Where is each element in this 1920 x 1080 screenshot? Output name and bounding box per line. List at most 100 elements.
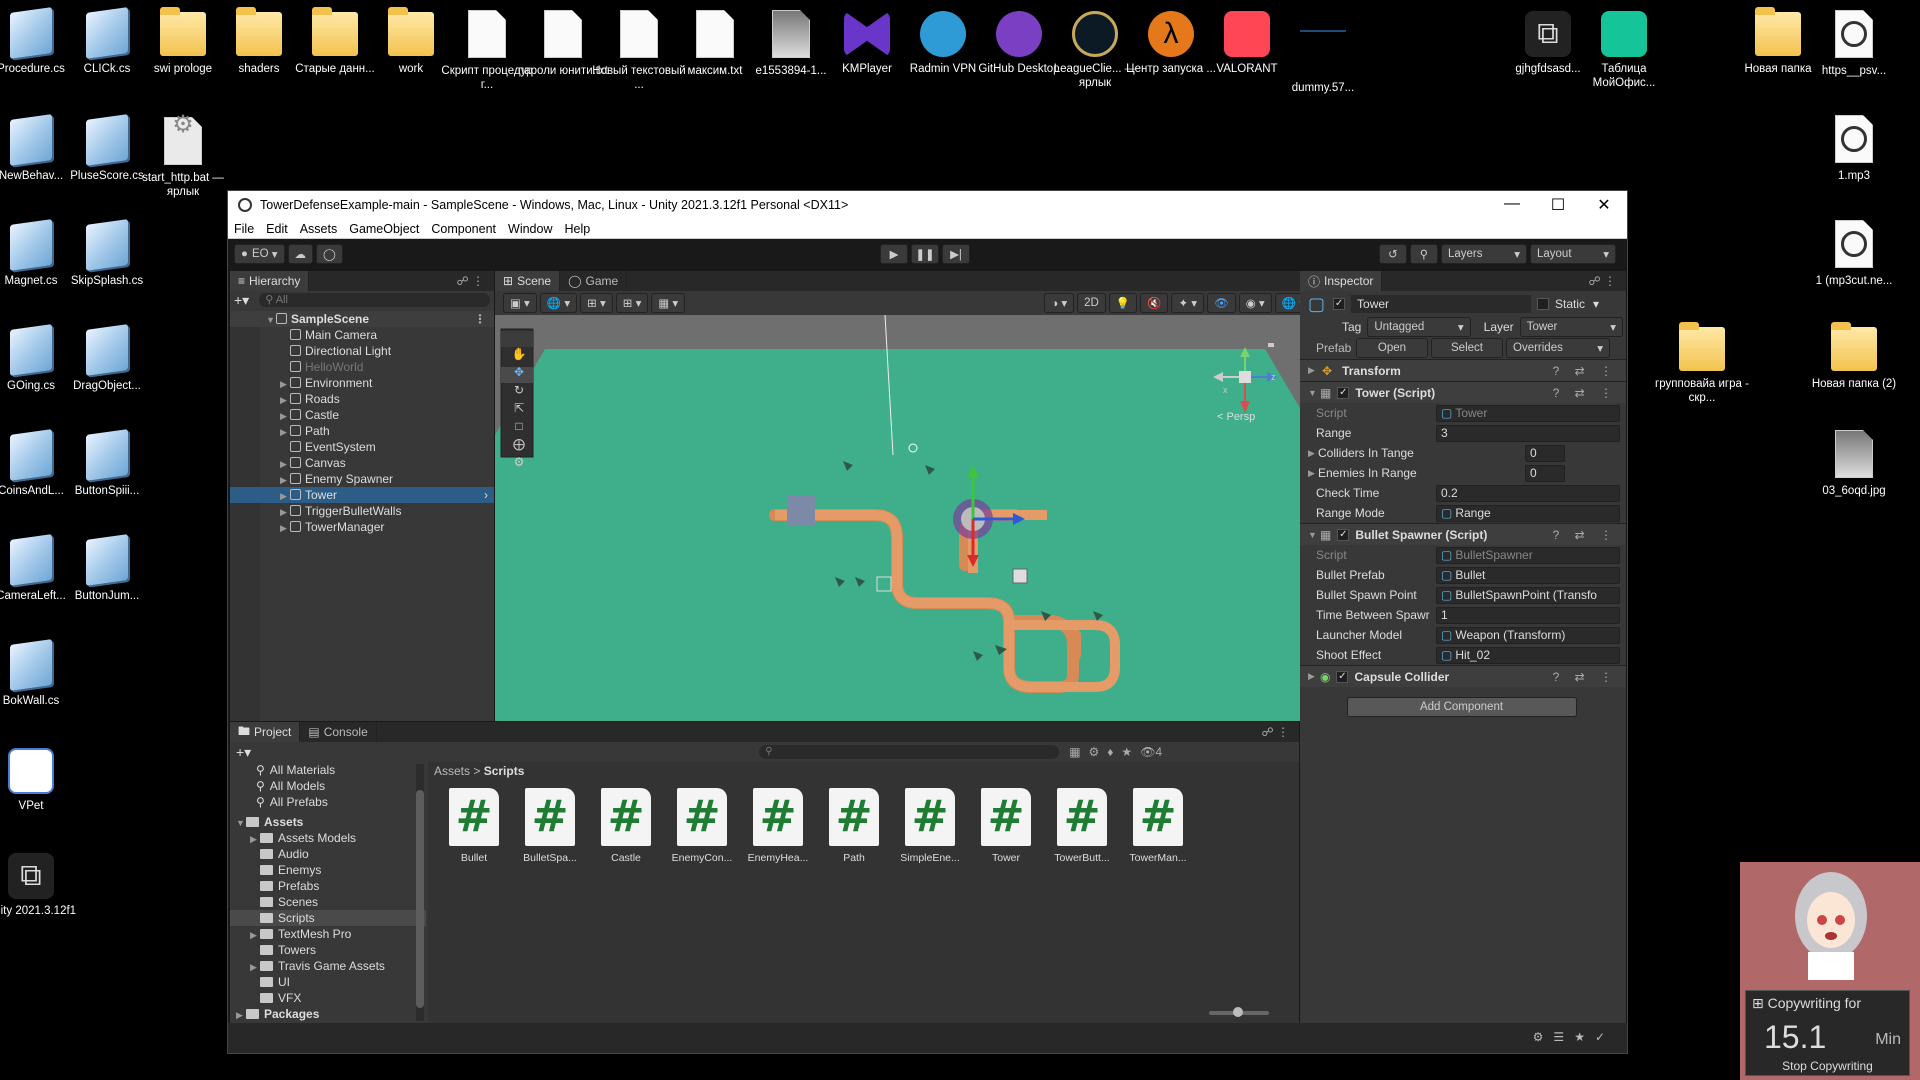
breadcrumb-scripts[interactable]: Scripts — [484, 764, 525, 778]
audio-toggle[interactable]: 🔇 — [1140, 293, 1169, 313]
tag-dropdown[interactable]: Untagged ▾ — [1367, 317, 1471, 337]
undo-history-button[interactable]: ↺ — [1379, 244, 1407, 264]
lock-icon[interactable]: ☍ ⋮ — [1589, 274, 1617, 288]
favorite-item[interactable]: ⚲ All Prefabs — [256, 794, 426, 810]
desktop-icon[interactable]: групповайа игра - скр... — [1654, 322, 1750, 405]
field-value[interactable]: ▢ Weapon (Transform) — [1436, 626, 1620, 644]
packages-root[interactable]: ▶ Packages — [230, 1006, 426, 1022]
hierarchy-item[interactable]: ▶ TowerManager — [230, 519, 494, 535]
folder-item[interactable]: VFX — [230, 990, 426, 1006]
desktop-icon[interactable]: DragObject... — [59, 324, 155, 393]
add-icon[interactable]: +▾ — [236, 744, 251, 761]
object-name-field[interactable]: Tower — [1351, 295, 1532, 313]
bullet-spawner-header[interactable]: ▼ ▦ ✓ Bullet Spawner (Script) ? ⇄ ⋮ — [1300, 523, 1626, 545]
add-component-button[interactable]: Add Component — [1346, 697, 1577, 717]
menu-item[interactable]: File — [234, 222, 254, 236]
desktop-icon[interactable]: ⚙ start_http.bat — ярлык — [135, 113, 231, 199]
desktop-icon[interactable]: dummy.57... — [1275, 8, 1371, 95]
field-value[interactable]: ▢ Tower — [1436, 404, 1620, 422]
script-asset[interactable]: # TowerButt... — [1050, 788, 1114, 864]
collab-button[interactable]: ◯ — [316, 244, 343, 264]
script-asset[interactable]: # BulletSpa... — [518, 788, 582, 864]
desktop-icon[interactable]: Новая папка (2) — [1806, 322, 1902, 391]
move-tool-icon[interactable]: ✥ — [503, 365, 535, 383]
stop-copywriting-button[interactable]: Stop Copywriting — [1746, 1059, 1909, 1073]
desktop-icon[interactable]: 1 (mp3cut.ne... — [1806, 218, 1902, 288]
static-checkbox[interactable] — [1537, 298, 1550, 310]
favorite-item[interactable]: ⚲ All Materials — [256, 762, 426, 778]
scene-viewport[interactable]: ✋ ✥ ↻ ⇱ □ ⨁ ⚙ x z < Persp — [495, 315, 1323, 721]
folder-item[interactable]: ▶ TextMesh Pro — [230, 926, 426, 942]
folder-item[interactable]: Prefabs — [230, 878, 426, 894]
menu-item[interactable]: GameObject — [349, 222, 419, 236]
2d-toggle[interactable]: 2D — [1077, 293, 1106, 313]
hidden-objects-toggle[interactable]: 👁 — [1207, 293, 1236, 313]
desktop-icon[interactable]: 1.mp3 — [1806, 113, 1902, 183]
transform-tool-icon[interactable]: ⨁ — [503, 437, 535, 455]
field-value[interactable]: ▢ BulletSpawner — [1436, 546, 1620, 564]
account-button[interactable]: ● EO ▾ — [234, 244, 285, 264]
script-asset[interactable]: # TowerMan... — [1126, 788, 1190, 864]
prefab-overrides-dropdown[interactable]: Overrides ▾ — [1506, 338, 1610, 358]
folder-item[interactable]: ▶ Assets Models — [230, 830, 426, 846]
hidden-packages-icon[interactable]: 👁4 — [1140, 745, 1162, 759]
maximize-button[interactable]: ☐ — [1535, 195, 1581, 215]
hierarchy-item[interactable]: ▶ Canvas — [230, 455, 494, 471]
desktop-icon[interactable]: Таблица МойОфис... — [1576, 8, 1672, 90]
folder-item[interactable]: Audio — [230, 846, 426, 862]
breadcrumb-assets[interactable]: Assets — [434, 764, 470, 778]
pause-button[interactable]: ❚❚ — [911, 244, 939, 264]
hierarchy-item[interactable]: ▶ Tower › — [230, 487, 494, 503]
component-menu-icons[interactable]: ? ⇄ ⋮ — [1553, 386, 1618, 400]
field-value[interactable]: 3 — [1436, 424, 1620, 442]
project-search-input[interactable]: ⚲ — [759, 745, 1060, 759]
global-toggle[interactable]: 🌐 ▾ — [539, 293, 578, 313]
tab-project[interactable]: 🖿 Project — [230, 722, 301, 742]
rect-tool-icon[interactable]: □ — [503, 419, 535, 437]
more-icon[interactable]: ⋮ — [474, 311, 486, 327]
hierarchy-item[interactable]: ▶ Enemy Spawner — [230, 471, 494, 487]
custom-tool-icon[interactable]: ⚙ — [503, 455, 535, 473]
folder-item[interactable]: Towers — [230, 942, 426, 958]
array-size-field[interactable]: 0 — [1525, 444, 1565, 462]
align-button[interactable]: ▦ ▾ — [651, 293, 686, 313]
desktop-icon[interactable]: VPet — [0, 745, 79, 813]
bullet-spawner-enabled-checkbox[interactable]: ✓ — [1337, 528, 1350, 541]
desktop-icon[interactable]: SkipSplash.cs — [59, 219, 155, 288]
desktop-icon[interactable]: ButtonJum... — [59, 534, 155, 603]
icon-size-slider[interactable] — [1209, 1007, 1269, 1017]
tab-hierarchy[interactable]: ≡ Hierarchy — [230, 271, 310, 291]
script-asset[interactable]: # Tower — [974, 788, 1038, 864]
tab-console[interactable]: ▤ Console — [300, 722, 377, 742]
hierarchy-item[interactable]: ▶ Path — [230, 423, 494, 439]
play-button[interactable]: ▶ — [880, 244, 908, 264]
menu-item[interactable]: Edit — [266, 222, 288, 236]
capsule-collider-header[interactable]: ▶ ◉ ✓ Capsule Collider ? ⇄ ⋮ — [1300, 665, 1626, 687]
vpet-character[interactable] — [1786, 856, 1876, 980]
desktop-icon[interactable]: https__psv... — [1806, 8, 1902, 78]
menu-item[interactable]: Component — [431, 222, 496, 236]
field-value[interactable]: 0.2 — [1436, 484, 1620, 502]
folder-item[interactable]: UI — [230, 974, 426, 990]
cloud-button[interactable]: ☁ — [287, 244, 314, 264]
hierarchy-item[interactable]: ▶ Castle — [230, 407, 494, 423]
field-value[interactable]: ▢ Hit_02 — [1436, 646, 1620, 664]
component-menu-icons[interactable]: ? ⇄ ⋮ — [1553, 364, 1618, 378]
hierarchy-item[interactable]: ▶ TriggerBulletWalls — [230, 503, 494, 519]
desktop-icon[interactable]: ⧉ Unity 2021.3.12f1 — [0, 850, 79, 918]
field-value[interactable]: ▢ Bullet — [1436, 566, 1620, 584]
array-size-field[interactable]: 0 — [1525, 464, 1565, 482]
lock-icon[interactable]: ☍ ⋮ — [457, 274, 485, 288]
shading-button[interactable]: ◑ ▾ — [1044, 293, 1075, 313]
assets-root[interactable]: ▼ Assets — [230, 814, 426, 830]
grid-snap-button[interactable]: ⊞ ▾ — [580, 293, 613, 313]
folder-item[interactable]: Scripts — [230, 910, 426, 926]
status-icons[interactable]: ⚙☰★✓ — [1533, 1030, 1615, 1044]
rotate-tool-icon[interactable]: ↻ — [503, 383, 535, 401]
tab-inspector[interactable]: ⓘ Inspector — [1300, 271, 1383, 291]
hierarchy-item[interactable]: ▶ Environment — [230, 375, 494, 391]
add-icon[interactable]: +▾ — [234, 292, 249, 309]
persp-label[interactable]: < Persp — [1217, 411, 1255, 423]
hierarchy-item[interactable]: Main Camera — [230, 327, 494, 343]
component-menu-icons[interactable]: ? ⇄ ⋮ — [1553, 670, 1618, 684]
